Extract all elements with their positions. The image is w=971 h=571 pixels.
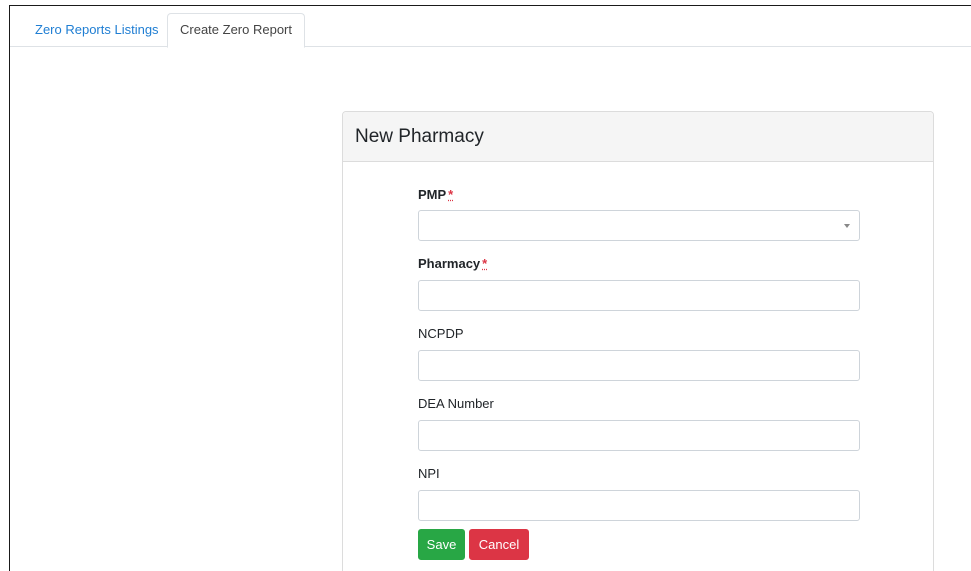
pharmacy-input[interactable] (418, 280, 860, 311)
tab-create-zero-report[interactable]: Create Zero Report (167, 13, 305, 48)
npi-label: NPI (418, 466, 440, 481)
chevron-down-icon (844, 224, 850, 228)
dea-number-input[interactable] (418, 420, 860, 451)
pmp-label: PMP * (418, 187, 453, 203)
required-marker: * (482, 256, 488, 271)
pmp-label-text: PMP (418, 187, 447, 202)
card-header: New Pharmacy (343, 112, 933, 162)
new-pharmacy-card: New Pharmacy PMP * Pharmacy * NCPDP DEA Nu… (342, 111, 934, 571)
dea-number-label: DEA Number (418, 396, 494, 411)
pharmacy-label-text: Pharmacy (418, 256, 481, 271)
pharmacy-label: Pharmacy * (418, 256, 487, 272)
card-title: New Pharmacy (355, 126, 484, 147)
required-marker: * (448, 187, 454, 202)
tab-zero-reports-listings[interactable]: Zero Reports Listings (22, 13, 172, 47)
tab-bar: Zero Reports Listings Create Zero Report (10, 6, 971, 48)
ncpdp-label: NCPDP (418, 326, 464, 341)
ncpdp-input[interactable] (418, 350, 860, 381)
npi-input[interactable] (418, 490, 860, 521)
app-frame: Zero Reports Listings Create Zero Report… (9, 5, 971, 571)
pmp-select[interactable] (418, 210, 860, 241)
save-button[interactable]: Save (418, 529, 465, 560)
cancel-button[interactable]: Cancel (469, 529, 529, 560)
